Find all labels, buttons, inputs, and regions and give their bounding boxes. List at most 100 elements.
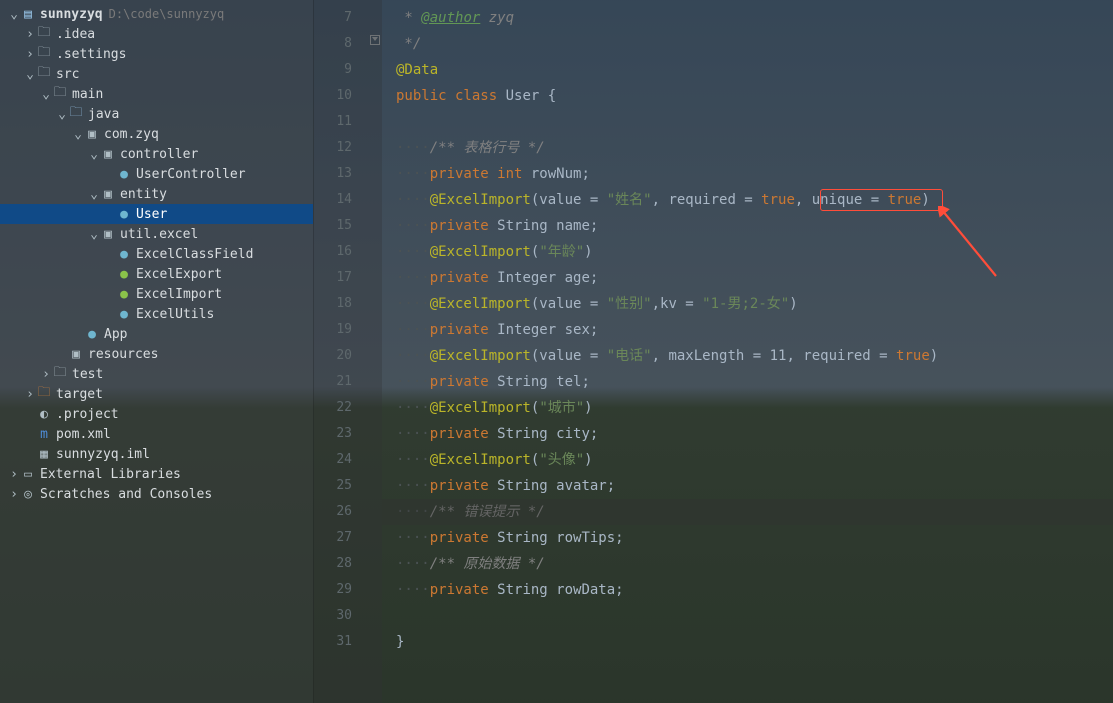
line-number[interactable]: 25	[314, 473, 352, 499]
line-number[interactable]: 30	[314, 603, 352, 629]
tree-expand-icon[interactable]: ⌄	[24, 67, 36, 82]
tree-item-excelimport[interactable]: ●ExcelImport	[0, 284, 313, 304]
tree-item-excelclassfield[interactable]: ●ExcelClassField	[0, 244, 313, 264]
tree-expand-icon[interactable]: ⌄	[88, 227, 100, 242]
line-number[interactable]: 20	[314, 343, 352, 369]
tree-item--project[interactable]: ◐.project	[0, 404, 313, 424]
tree-item-excelexport[interactable]: ●ExcelExport	[0, 264, 313, 284]
line-number[interactable]: 18	[314, 291, 352, 317]
line-number[interactable]: 24	[314, 447, 352, 473]
line-number[interactable]: 12	[314, 135, 352, 161]
code-line[interactable]: ····private String name;	[382, 213, 1113, 239]
line-number[interactable]: 23	[314, 421, 352, 447]
fold-column[interactable]	[368, 0, 382, 703]
tree-item-scratches-and-consoles[interactable]: ›◎Scratches and Consoles	[0, 484, 313, 504]
line-number[interactable]: 14	[314, 187, 352, 213]
tree-node-icon: 🗀	[52, 83, 68, 105]
tree-item--idea[interactable]: ›🗀.idea	[0, 24, 313, 44]
line-number[interactable]: 7	[314, 5, 352, 31]
tree-item-resources[interactable]: ▣resources	[0, 344, 313, 364]
tree-node-icon: ●	[116, 207, 132, 222]
tree-item-pom-xml[interactable]: mpom.xml	[0, 424, 313, 444]
tree-item-src[interactable]: ⌄🗀src	[0, 64, 313, 84]
tree-expand-icon[interactable]: ›	[24, 47, 36, 62]
tree-expand-icon[interactable]: ›	[40, 367, 52, 382]
code-line[interactable]: }	[382, 629, 1113, 655]
tree-item-app[interactable]: ●App	[0, 324, 313, 344]
code-line[interactable]: ····private String avatar;	[382, 473, 1113, 499]
tree-expand-icon[interactable]: ⌄	[88, 147, 100, 162]
line-number[interactable]: 8	[314, 31, 352, 57]
line-number[interactable]: 19	[314, 317, 352, 343]
tree-expand-icon[interactable]: ›	[24, 387, 36, 402]
tree-item--settings[interactable]: ›🗀.settings	[0, 44, 313, 64]
line-number[interactable]: 22	[314, 395, 352, 421]
tree-item-com-zyq[interactable]: ⌄▣ com.zyq	[0, 124, 313, 144]
tree-item-usercontroller[interactable]: ●UserController	[0, 164, 313, 184]
tree-item-util-excel[interactable]: ⌄▣util.excel	[0, 224, 313, 244]
tree-item-excelutils[interactable]: ●ExcelUtils	[0, 304, 313, 324]
tree-expand-icon[interactable]: ⌄	[8, 7, 20, 22]
code-line[interactable]: ····private String city;	[382, 421, 1113, 447]
line-number[interactable]: 15	[314, 213, 352, 239]
line-number[interactable]: 17	[314, 265, 352, 291]
tree-item-main[interactable]: ⌄🗀 main	[0, 84, 313, 104]
line-number[interactable]: 26	[314, 499, 352, 525]
tree-node-label: main	[72, 87, 103, 102]
line-number[interactable]: 31	[314, 629, 352, 655]
project-tree[interactable]: ⌄▤sunnyzyqD:\code\sunnyzyq›🗀.idea›🗀.sett…	[0, 0, 314, 703]
code-line[interactable]: @Data	[382, 57, 1113, 83]
line-number[interactable]: 16	[314, 239, 352, 265]
code-line[interactable]: ····@ExcelImport("头像")	[382, 447, 1113, 473]
code-line[interactable]: ····@ExcelImport("年龄")	[382, 239, 1113, 265]
tree-expand-icon[interactable]: ⌄	[40, 87, 52, 102]
fold-marker-icon[interactable]	[370, 35, 380, 45]
tree-expand-icon[interactable]: ›	[8, 467, 20, 482]
tree-item-sunnyzyq[interactable]: ⌄▤sunnyzyqD:\code\sunnyzyq	[0, 4, 313, 24]
code-line[interactable]: public class User {	[382, 83, 1113, 109]
code-line[interactable]: ····private String rowTips;	[382, 525, 1113, 551]
line-number[interactable]: 28	[314, 551, 352, 577]
tree-item-external-libraries[interactable]: ›▭External Libraries	[0, 464, 313, 484]
code-line[interactable]: ····/** 原始数据 */	[382, 551, 1113, 577]
tree-expand-icon[interactable]: ⌄	[88, 187, 100, 202]
line-number[interactable]: 9	[314, 57, 352, 83]
line-number[interactable]: 29	[314, 577, 352, 603]
code-line[interactable]: ····/** 错误提示 */	[382, 499, 1113, 525]
tree-expand-icon[interactable]: ⌄	[56, 107, 68, 122]
code-line[interactable]: ····private String tel;	[382, 369, 1113, 395]
tree-item-test[interactable]: ›🗀test	[0, 364, 313, 384]
code-line[interactable]: * @author zyq	[382, 5, 1113, 31]
tree-node-icon: ▣	[68, 347, 84, 362]
code-line[interactable]: ····@ExcelImport(value = "电话", maxLength…	[382, 343, 1113, 369]
line-number[interactable]: 10	[314, 83, 352, 109]
code-line[interactable]: ····@ExcelImport(value = "性别",kv = "1-男;…	[382, 291, 1113, 317]
code-line[interactable]: */	[382, 31, 1113, 57]
code-editor[interactable]: 7891011121314151617181920212223242526272…	[314, 0, 1113, 703]
tree-item-entity[interactable]: ⌄▣entity	[0, 184, 313, 204]
line-number[interactable]: 11	[314, 109, 352, 135]
line-number[interactable]: 13	[314, 161, 352, 187]
code-line[interactable]: ····@ExcelImport("城市")	[382, 395, 1113, 421]
tree-node-label: com.zyq	[104, 127, 159, 142]
line-number[interactable]: 27	[314, 525, 352, 551]
tree-expand-icon[interactable]: ›	[8, 487, 20, 502]
code-line[interactable]: ····private String rowData;	[382, 577, 1113, 603]
code-line[interactable]: ····private Integer age;	[382, 265, 1113, 291]
code-line[interactable]: ····/** 表格行号 */	[382, 135, 1113, 161]
code-line[interactable]	[382, 603, 1113, 629]
tree-item-sunnyzyq-iml[interactable]: ▦sunnyzyq.iml	[0, 444, 313, 464]
tree-node-label: ExcelClassField	[136, 247, 253, 262]
tree-item-user[interactable]: ●User	[0, 204, 313, 224]
tree-expand-icon[interactable]: ⌄	[72, 127, 84, 142]
code-line[interactable]	[382, 109, 1113, 135]
tree-item-java[interactable]: ⌄🗀java	[0, 104, 313, 124]
line-number[interactable]: 21	[314, 369, 352, 395]
code-line[interactable]: ····private Integer sex;	[382, 317, 1113, 343]
tree-node-icon: ▣	[84, 127, 100, 142]
tree-expand-icon[interactable]: ›	[24, 27, 36, 42]
tree-item-target[interactable]: ›🗀target	[0, 384, 313, 404]
tree-item-controller[interactable]: ⌄▣controller	[0, 144, 313, 164]
code-line[interactable]: ····@ExcelImport(value = "姓名", required …	[382, 187, 1113, 213]
code-line[interactable]: ····private int rowNum;	[382, 161, 1113, 187]
